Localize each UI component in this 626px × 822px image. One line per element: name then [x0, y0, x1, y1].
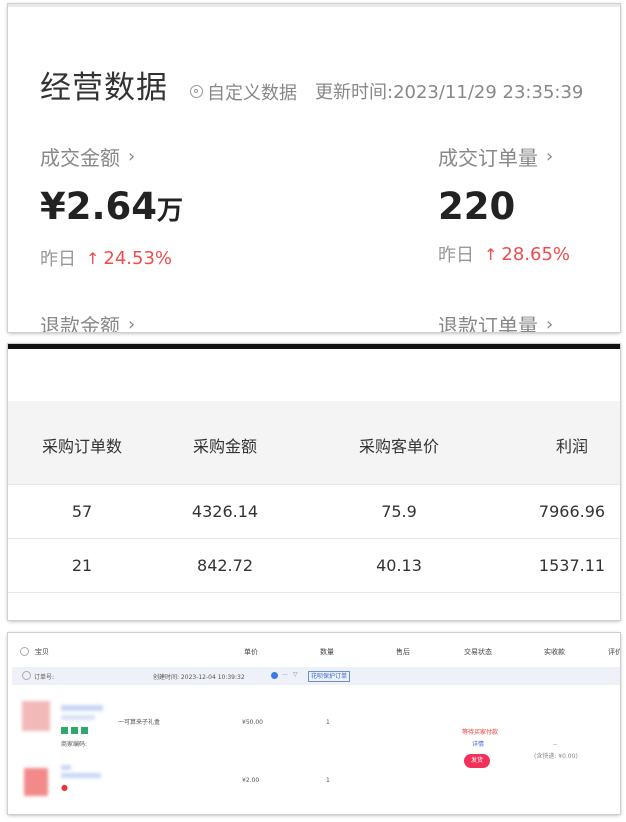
yesterday-label: 昨日	[40, 249, 76, 270]
column-header: 交易状态	[464, 648, 492, 656]
business-data-card: 经营数据 自定义数据 更新时间:2023/11/29 23:35:39 成交金额…	[8, 4, 620, 332]
product-mark: ●	[61, 783, 68, 792]
checkbox-circle-icon[interactable]	[22, 671, 31, 680]
badge-icon	[71, 727, 78, 734]
item-quantity: 1	[326, 777, 330, 784]
checkbox-circle-icon[interactable]	[20, 647, 29, 656]
product-thumbnail[interactable]	[22, 701, 50, 731]
metric-label: 成交金额	[40, 146, 120, 170]
filter-icon[interactable]: ▽	[293, 671, 298, 678]
column-header: 宝贝	[35, 648, 49, 656]
table-cell: 21	[71, 556, 93, 575]
shipping-fee: (含快递: ¥0.00)	[534, 753, 578, 760]
arrow-up-icon: ↑	[86, 248, 100, 268]
detail-link[interactable]: 详情	[472, 739, 484, 748]
purchase-table-card: 采购订单数 采购金额 采购客单价 利润 57 4326.14 75.9 7966…	[8, 344, 620, 620]
table-cell: 7966.96	[538, 502, 606, 521]
page-title: 经营数据	[40, 70, 168, 106]
table-cell: 57	[71, 502, 93, 521]
trade-status: 等待买家付款	[462, 729, 499, 736]
metric-label: 退款金额	[40, 314, 120, 332]
metric-number: ¥2.64	[40, 185, 158, 228]
column-header: 单价	[244, 648, 258, 656]
table-cell: 75.9	[381, 502, 417, 521]
metric-yesterday: 昨日 ↑ 24.53%	[40, 245, 183, 271]
metric-unit: 万	[157, 196, 184, 226]
created-time: 创建时间: 2023-12-04 10:39:32	[153, 674, 245, 681]
divider	[8, 4, 620, 7]
column-header: 利润	[555, 437, 589, 456]
received-amount: --	[553, 741, 558, 748]
column-header: 售后	[396, 648, 410, 656]
item-price: ¥50.00	[242, 719, 263, 726]
chevron-right-icon: ›	[128, 146, 136, 167]
product-title[interactable]	[61, 773, 101, 778]
badge-icon	[61, 727, 68, 734]
column-header: 数量	[320, 648, 334, 656]
arrow-up-icon: ↑	[484, 244, 498, 264]
product-desc: 一可算来子礼盒	[118, 719, 161, 726]
column-header: 实收款	[544, 648, 565, 656]
ship-button[interactable]: 发货	[464, 754, 490, 768]
item-price: ¥2.00	[242, 777, 260, 784]
metric-label: 退款订单量	[438, 314, 538, 332]
order-header-bar: 订单号: 创建时间: 2023-12-04 10:39:32 ··· ▽ 花呗保…	[12, 667, 620, 685]
metric-value: 220	[438, 185, 570, 229]
title-row: 经营数据 自定义数据 更新时间:2023/11/29 23:35:39	[40, 62, 583, 107]
custom-data-button[interactable]: 自定义数据	[190, 79, 297, 105]
chevron-right-icon: ›	[546, 314, 554, 332]
divider	[8, 344, 620, 349]
product-sku	[61, 715, 95, 720]
more-icon[interactable]: ···	[282, 672, 288, 679]
change-percent: 28.65%	[501, 243, 571, 265]
metric-label: 成交订单量	[438, 146, 538, 170]
change-percent: 24.53%	[103, 247, 173, 269]
item-quantity: 1	[326, 719, 330, 726]
badge-icon	[81, 727, 88, 734]
table-cell: 4326.14	[191, 502, 259, 521]
metric-refund-amount[interactable]: 退款金额 ›	[40, 310, 135, 332]
divider	[8, 538, 620, 539]
metric-gmv-link[interactable]: 成交金额 ›	[40, 142, 183, 171]
protect-tag: 花呗保护订单	[308, 671, 351, 682]
column-header: 采购客单价	[358, 437, 440, 456]
custom-data-label: 自定义数据	[207, 82, 297, 104]
divider	[8, 592, 620, 593]
chevron-right-icon: ›	[546, 146, 554, 167]
column-header: 采购订单数	[41, 437, 123, 456]
column-header: 评价	[608, 648, 620, 656]
metric-orders-link[interactable]: 成交订单量 ›	[438, 142, 570, 171]
metric-yesterday: 昨日 ↑ 28.65%	[438, 241, 570, 267]
product-thumbnail[interactable]	[24, 768, 48, 796]
metric-value: ¥2.64万	[40, 185, 183, 233]
update-time: 更新时间:2023/11/29 23:35:39	[315, 82, 584, 103]
product-badges	[61, 727, 88, 734]
order-number-label: 订单号:	[34, 674, 55, 681]
order-list-header: 宝贝 单价 数量 售后 交易状态 实收款 评价	[8, 633, 620, 667]
metric-number: 220	[438, 185, 516, 228]
table-cell: 1537.11	[538, 556, 606, 575]
metric-gmv: 成交金额 › ¥2.64万 昨日 ↑ 24.53%	[40, 142, 183, 271]
order-list-card: 宝贝 单价 数量 售后 交易状态 实收款 评价 订单号: 创建时间: 2023-…	[8, 633, 620, 814]
table-cell: 40.13	[376, 556, 422, 575]
flag-icon[interactable]	[271, 672, 278, 679]
product-title[interactable]	[61, 765, 71, 770]
metric-orders: 成交订单量 › 220 昨日 ↑ 28.65%	[438, 142, 570, 267]
yesterday-label: 昨日	[438, 245, 474, 266]
chevron-right-icon: ›	[128, 314, 136, 332]
metric-refund-orders[interactable]: 退款订单量 ›	[438, 310, 553, 332]
table-cell: 842.72	[197, 556, 253, 575]
gear-icon	[190, 85, 203, 98]
divider	[8, 484, 620, 485]
column-header: 采购金额	[192, 437, 258, 456]
product-title[interactable]	[61, 705, 103, 711]
merchant-code: 商家编码:	[61, 741, 88, 748]
